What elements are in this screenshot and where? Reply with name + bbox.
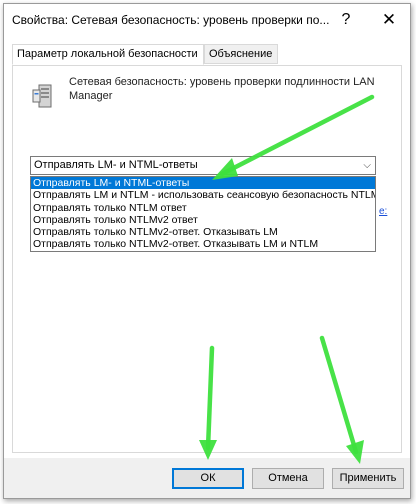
- ok-button[interactable]: ОК: [172, 468, 244, 489]
- auth-level-dropdown-list: Отправлять LM- и NTML-ответы Отправлять …: [30, 176, 376, 252]
- server-policy-icon: [32, 84, 52, 108]
- cancel-button[interactable]: Отмена: [252, 468, 324, 489]
- policy-name: Сетевая безопасность: уровень проверки п…: [69, 76, 375, 102]
- chevron-down-icon[interactable]: ⌵: [363, 157, 371, 174]
- apply-button[interactable]: Применить: [332, 468, 404, 489]
- tab-panel: Сетевая безопасность: уровень проверки п…: [12, 65, 402, 453]
- select-value: Отправлять LM- и NTML-ответы: [34, 159, 198, 171]
- dropdown-option[interactable]: Отправлять только NTLMv2 ответ: [31, 214, 375, 226]
- close-button[interactable]: ✕: [376, 8, 402, 32]
- button-bar: ОК Отмена Применить: [4, 458, 410, 498]
- auth-level-select[interactable]: Отправлять LM- и NTML-ответы ⌵: [30, 156, 376, 175]
- properties-dialog: Свойства: Сетевая безопасность: уровень …: [3, 3, 411, 499]
- dropdown-option[interactable]: Отправлять только NTLMv2-ответ. Отказыва…: [31, 226, 375, 238]
- explain-link-fragment[interactable]: е:: [379, 206, 387, 217]
- dropdown-option[interactable]: Отправлять только NTLM ответ: [31, 202, 375, 214]
- dropdown-option[interactable]: Отправлять LM и NTLM - использовать сеан…: [31, 189, 375, 201]
- tab-local-security-setting[interactable]: Параметр локальной безопасности: [12, 44, 204, 65]
- dropdown-option[interactable]: Отправлять только NTLMv2-ответ. Отказыва…: [31, 238, 375, 250]
- tab-explain[interactable]: Объяснение: [204, 44, 278, 64]
- help-button[interactable]: ?: [334, 8, 358, 32]
- dropdown-option[interactable]: Отправлять LM- и NTML-ответы: [31, 177, 375, 190]
- window-title: Свойства: Сетевая безопасность: уровень …: [12, 13, 330, 27]
- title-bar[interactable]: Свойства: Сетевая безопасность: уровень …: [4, 4, 410, 36]
